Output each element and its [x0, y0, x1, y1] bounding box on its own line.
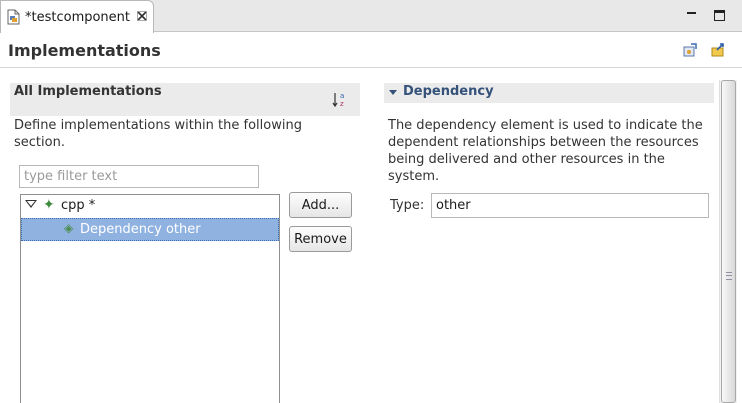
header-divider [0, 67, 742, 68]
add-button[interactable]: Add... [289, 192, 352, 218]
dependency-section-description: The dependency element is used to indica… [388, 118, 703, 184]
close-icon[interactable] [137, 11, 147, 23]
type-label: Type: [390, 198, 425, 213]
form-title: Implementations [8, 41, 161, 60]
implementations-section-header: All Implementations a z [10, 83, 360, 116]
dependency-section-title: Dependency [403, 84, 494, 99]
minimize-icon[interactable] [686, 9, 698, 21]
dependency-icon: ◈ [64, 221, 74, 235]
vertical-scrollbar[interactable] [719, 80, 737, 403]
tree-item-label: cpp * [61, 198, 96, 213]
sort-alphabetical-icon[interactable]: a z [332, 91, 348, 108]
component-file-icon [7, 9, 20, 25]
chevron-down-icon[interactable] [389, 90, 397, 95]
editor-tab[interactable]: *testcomponent [0, 0, 154, 33]
implementations-section-description: Define implementations within the follow… [14, 118, 302, 150]
editor-tab-strip: *testcomponent [0, 0, 742, 33]
editor-tab-title: *testcomponent [25, 9, 131, 25]
implementations-tree[interactable]: ✦ cpp * ◈ Dependency other [20, 194, 280, 403]
svg-text:z: z [340, 100, 344, 108]
grip-icon [726, 272, 732, 280]
remove-button[interactable]: Remove [289, 226, 352, 252]
maximize-icon[interactable] [714, 10, 725, 21]
generate-code-icon[interactable] [682, 42, 698, 58]
dependency-section-header[interactable]: Dependency [384, 83, 714, 103]
implementation-icon: ✦ [43, 197, 55, 213]
export-icon[interactable] [711, 42, 727, 58]
tree-item-cpp[interactable]: ✦ cpp * [21, 195, 279, 218]
type-field[interactable] [431, 193, 709, 218]
svg-text:a: a [340, 92, 344, 100]
tree-item-dependency[interactable]: ◈ Dependency other [21, 218, 279, 241]
filter-input[interactable] [19, 165, 259, 188]
implementations-section-title: All Implementations [14, 84, 162, 99]
expand-toggle-icon[interactable] [25, 200, 37, 208]
scrollbar-thumb[interactable] [721, 80, 736, 403]
tree-item-label: Dependency other [80, 222, 201, 237]
